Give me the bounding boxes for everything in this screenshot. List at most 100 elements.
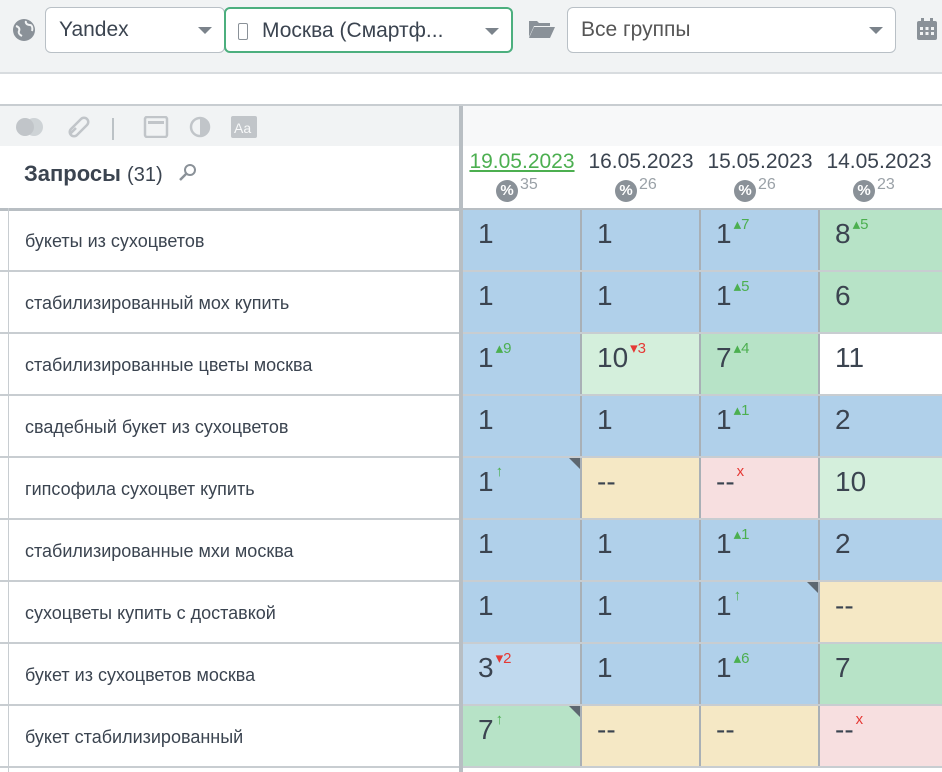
queries-column-header[interactable]: Запросы (31) [24,161,163,187]
position-cell[interactable]: 2 [818,396,942,456]
groups-select[interactable]: Все группы [567,7,896,53]
query-text[interactable]: свадебный букет из сухоцветов [25,417,445,437]
percent-icon[interactable]: % [853,180,875,202]
position-cell[interactable]: 1 [461,210,580,270]
position-number: -- [835,590,854,621]
globe-icon[interactable] [12,18,36,42]
query-text[interactable]: стабилизированный мох купить [25,293,445,313]
table-row[interactable]: сухоцветы купить с доставкой 1 1 1 ↑ -- [0,582,942,644]
region-select[interactable]: Москва (Смартф... [224,7,513,53]
position-cell[interactable]: 1 [461,582,580,642]
position-value: 1 ▴5 [716,278,749,312]
query-text[interactable]: букет из сухоцветов москва [25,665,445,685]
position-value: 1 [478,590,494,622]
position-number: -- [597,466,616,497]
date-column-header[interactable]: 16.05.2023% 26 [582,146,700,208]
position-cell[interactable]: 1 [580,396,699,456]
date-column-header[interactable]: 14.05.2023% 23 [820,146,938,208]
position-cell[interactable]: -- [580,458,699,518]
position-cell[interactable]: 1 [580,520,699,580]
position-cell[interactable]: 1 [580,272,699,332]
position-cell[interactable]: -- [699,706,818,766]
position-cell[interactable]: 1 ▴7 [699,210,818,270]
position-value: 2 [835,404,851,436]
position-cell[interactable]: 11 [818,334,942,394]
position-value: 1 [597,652,613,684]
table-row[interactable]: стабилизированный мох купить 1 1 1 ▴5 6 [0,272,942,334]
position-number: 1 [597,404,613,435]
table-row[interactable]: стабилизированные цветы москва 1 ▴9 10 ▾3 7 ▴4… [0,334,942,396]
query-text[interactable]: букеты из сухоцветов [25,231,445,251]
position-cell[interactable]: 1 [580,210,699,270]
position-cell[interactable]: 1 ▴9 [461,334,580,394]
date-label[interactable]: 19.05.2023 [463,150,581,174]
font-case-icon[interactable]: Aa [231,116,257,138]
position-number: 2 [835,528,851,559]
date-label[interactable]: 14.05.2023 [820,150,938,174]
table-row[interactable]: гипсофила сухоцвет купить 1 ↑ -- -- x 10 [0,458,942,520]
table-row[interactable]: букет из сухоцветов москва 3 ▾2 1 1 ▴6 7 [0,644,942,706]
position-cell[interactable]: -- x [699,458,818,518]
note-corner-icon[interactable] [807,582,818,593]
position-cell[interactable]: -- [818,582,942,642]
smartphone-icon [238,23,248,40]
percent-icon[interactable]: % [496,180,518,202]
position-change: ▴5 [852,216,869,233]
search-icon[interactable] [178,163,198,183]
query-text[interactable]: букет стабилизированный [25,727,445,747]
query-text[interactable]: сухоцветы купить с доставкой [25,603,445,623]
table-row[interactable]: букет стабилизированный 7 ↑ -- -- -- x [0,706,942,768]
calendar-icon[interactable] [916,17,938,41]
percent-icon[interactable]: % [615,180,637,202]
position-value: -- [597,714,616,746]
position-cell[interactable]: 3 ▾2 [461,644,580,704]
position-number: 1 [478,528,494,559]
position-cell[interactable]: 1 ▴6 [699,644,818,704]
position-cell[interactable]: 10 ▾3 [580,334,699,394]
contrast-icon[interactable] [187,116,213,138]
position-cell[interactable]: 1 [461,520,580,580]
position-cell[interactable]: 1 ▴1 [699,520,818,580]
position-cell[interactable]: 1 ▴5 [699,272,818,332]
table-row[interactable]: свадебный букет из сухоцветов 1 1 1 ▴1 2 [0,396,942,458]
position-cell[interactable]: 1 ▴1 [699,396,818,456]
date-column-header[interactable]: 19.05.2023% 35 [463,146,581,208]
link-icon[interactable] [66,116,92,138]
toggle-icon[interactable] [14,116,46,138]
position-cell[interactable]: 10 [818,458,942,518]
position-cell[interactable]: 1 [580,644,699,704]
date-label[interactable]: 15.05.2023 [701,150,819,174]
position-value: 1 [597,590,613,622]
position-cell[interactable]: 8 ▴5 [818,210,942,270]
search-engine-select[interactable]: Yandex [45,7,225,53]
position-cell[interactable]: -- x [818,706,942,766]
query-text[interactable]: гипсофила сухоцвет купить [25,479,445,499]
note-corner-icon[interactable] [569,458,580,469]
position-cell[interactable]: 1 ↑ [699,582,818,642]
position-cell[interactable]: 2 [818,520,942,580]
window-icon[interactable] [143,116,169,138]
position-cell[interactable]: -- [580,706,699,766]
position-cell[interactable]: 1 [461,272,580,332]
position-cell[interactable]: 7 ▴4 [699,334,818,394]
query-text[interactable]: стабилизированные цветы москва [25,355,445,375]
folder-open-icon[interactable] [528,17,556,41]
position-cell[interactable]: 1 ↑ [461,458,580,518]
position-number: 10 [597,342,629,373]
position-cell[interactable]: 7 ↑ [461,706,580,766]
position-change: ▾3 [630,340,647,357]
position-change: ▴1 [733,402,750,419]
table-row[interactable]: букеты из сухоцветов 1 1 1 ▴7 8 ▴5 [0,210,942,272]
position-cell[interactable]: 6 [818,272,942,332]
query-text[interactable]: стабилизированные мхи москва [25,541,445,561]
date-column-header[interactable]: 15.05.2023% 26 [701,146,819,208]
position-cell[interactable]: 1 [580,582,699,642]
table-row[interactable]: стабилизированные мхи москва 1 1 1 ▴1 2 [0,520,942,582]
position-number: 1 [716,218,732,249]
date-label[interactable]: 16.05.2023 [582,150,700,174]
position-cell[interactable]: 1 [461,396,580,456]
note-corner-icon[interactable] [569,706,580,717]
position-cell[interactable]: 7 [818,644,942,704]
position-number: -- [716,714,735,745]
percent-icon[interactable]: % [734,180,756,202]
